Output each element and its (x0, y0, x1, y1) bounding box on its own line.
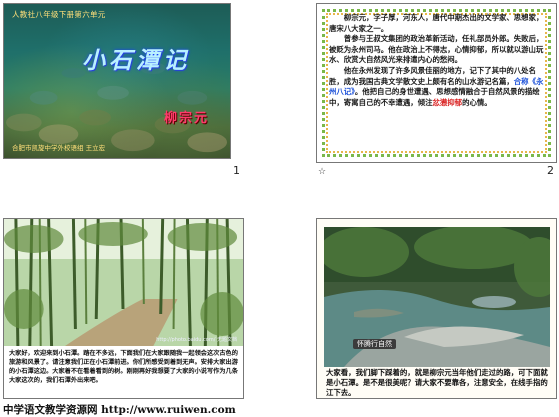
paragraph-3: 他在永州发现了许多风景佳丽的地方，记下了其中的八处名胜，成为我国古典文学散文史上… (329, 66, 546, 108)
image-watermark: http://photo.baidu.com/ 无题文档 (156, 337, 237, 343)
slide-3-thumbnail[interactable]: http://photo.baidu.com/ 无题文档 大家好，欢迎来到小石潭… (3, 218, 244, 399)
author-name: 柳宗元 (164, 111, 210, 126)
slide-number-2: 2 (547, 164, 554, 177)
paragraph-2: 曾参与王叔文集团的政治革新活动，任礼部员外郎。失败后，被贬为永州司马。他在政治上… (329, 34, 544, 65)
bamboo-forest-image (4, 219, 243, 347)
paragraph-3-text-e: 的心情。 (462, 97, 492, 107)
slide-2-body: 柳宗元，字子厚，河东人，唐代中期杰出的文学家、思想家，唐宋八大家之一。 曾参与王… (329, 13, 546, 108)
star-icon: ☆ (318, 167, 327, 177)
slide-number-1: 1 (233, 164, 240, 177)
slide-4-caption: 大家看，我们脚下踩着的，就是柳宗元当年他们走过的路，可下面就是小石潭。是不是很美… (326, 368, 548, 397)
paragraph-3-text-a: 他在永州发现了许多风景佳丽的地方，记下了其中的八处名胜，成为我国古典文学散文史上… (329, 65, 536, 86)
slide-1-background-image (5, 62, 228, 153)
image-badge: 怀腾行自然 (353, 339, 396, 349)
slide-title: 小石潭记 (82, 47, 190, 74)
slide-footer: 合肥市凯旋中学外校语组 王立宏 (12, 144, 106, 152)
site-credit: 中学语文教学资源网 http://www.ruiwen.com (3, 404, 236, 416)
slide-1-thumbnail[interactable]: 人教社八年级下册第六单元 小石潭记 柳宗元 合肥市凯旋中学外校语组 王立宏 (3, 3, 231, 159)
slide-3-caption: 大家好，欢迎来到小石潭。踏在不多远，下面我们在大家跟随我一起领会这次古色的旅游和… (4, 346, 243, 398)
highlight-mood: 忿懑抑郁 (432, 97, 463, 107)
slide-2-thumbnail[interactable]: 柳宗元，字子厚，河东人，唐代中期杰出的文学家、思想家，唐宋八大家之一。 曾参与王… (316, 3, 557, 163)
paragraph-1: 柳宗元，字子厚，河东人，唐代中期杰出的文学家、思想家，唐宋八大家之一。 (329, 13, 544, 33)
publisher-label: 人教社八年级下册第六单元 (12, 10, 106, 19)
slide-4-thumbnail[interactable]: 怀腾行自然 大家看，我们脚下踩着的，就是柳宗元当年他们走过的路，可下面就是小石潭… (316, 218, 557, 399)
